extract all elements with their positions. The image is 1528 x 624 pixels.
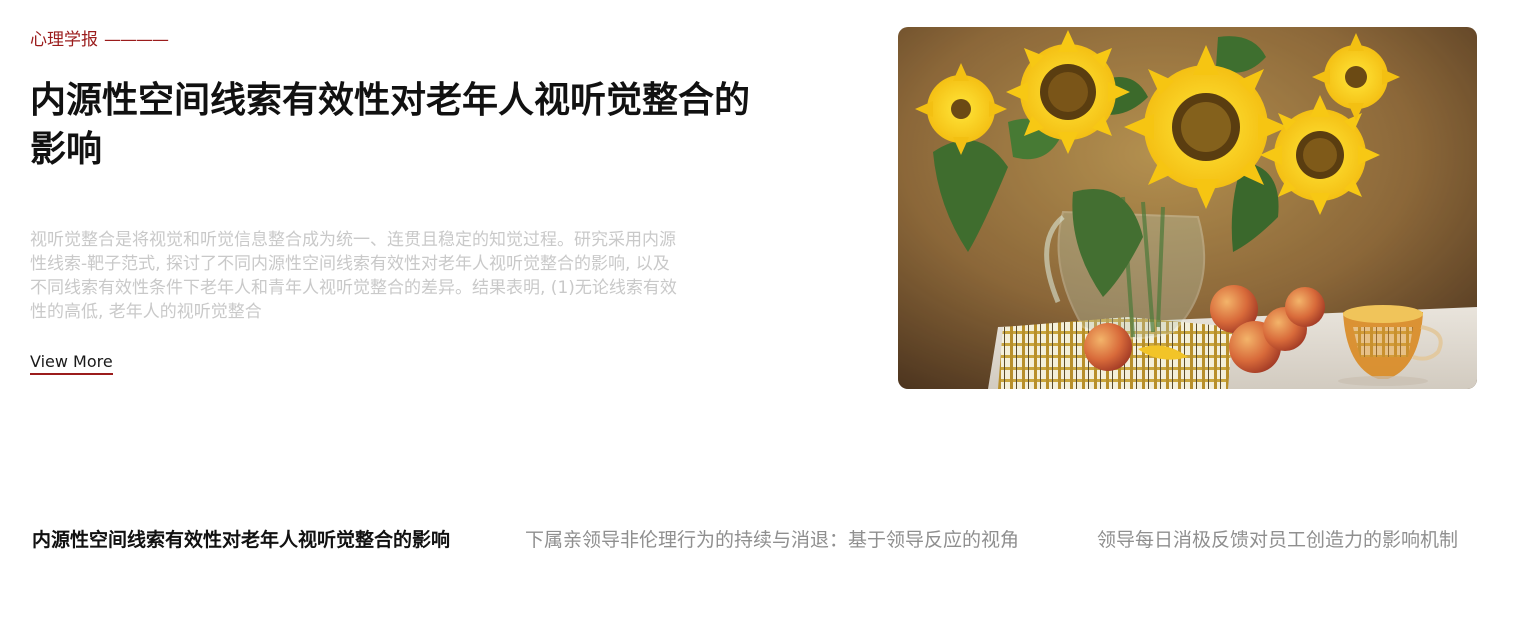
article-summary: 视听觉整合是将视觉和听觉信息整合成为统一、连贯且稳定的知觉过程。研究采用内源性线…: [30, 230, 677, 322]
source-rule: ————: [104, 30, 169, 50]
view-more-link[interactable]: View More: [30, 351, 113, 375]
tab-article-1[interactable]: 内源性空间线索有效性对老年人视听觉整合的影响: [32, 526, 450, 554]
article-carousel: 心理学报 ———— 内源性空间线索有效性对老年人视听觉整合的影响 视听觉整合是将…: [0, 0, 1528, 624]
tab-article-3[interactable]: 领导每日消极反馈对员工创造力的影响机制: [1097, 526, 1458, 554]
sunflower-still-life-image: [898, 27, 1477, 389]
featured-image[interactable]: [898, 27, 1477, 389]
article-title[interactable]: 内源性空间线索有效性对老年人视听觉整合的影响: [30, 76, 770, 174]
source-name: 心理学报: [30, 30, 98, 50]
tab-article-2[interactable]: 下属亲领导非伦理行为的持续与消退：基于领导反应的视角: [525, 526, 1019, 554]
article-tabs: 内源性空间线索有效性对老年人视听觉整合的影响 下属亲领导非伦理行为的持续与消退：…: [30, 526, 1480, 556]
source-label: 心理学报 ————: [30, 28, 169, 52]
